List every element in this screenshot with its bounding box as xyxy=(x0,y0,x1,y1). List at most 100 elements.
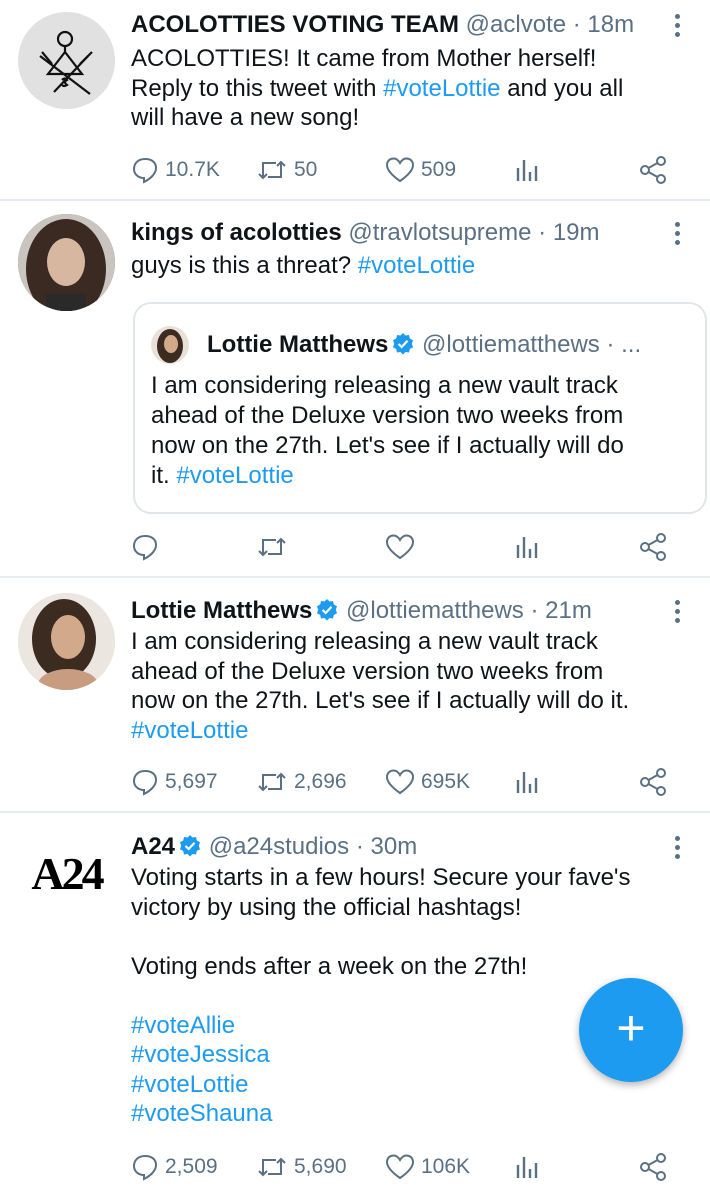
heart-icon xyxy=(385,534,415,560)
reply-button[interactable]: 2,509 xyxy=(131,1149,218,1185)
share-button[interactable] xyxy=(638,1149,668,1185)
retweet-count: 5,690 xyxy=(294,1155,347,1178)
quoted-text-span: it. xyxy=(151,462,177,489)
analytics-button[interactable] xyxy=(514,764,540,800)
author-name[interactable]: A24 xyxy=(131,833,175,860)
like-button[interactable]: 509 xyxy=(385,152,456,188)
separator-dot: · xyxy=(572,11,581,38)
retweet-button[interactable] xyxy=(256,529,288,565)
hashtag-link[interactable]: #voteLottie xyxy=(358,252,475,279)
tweet-aclvote[interactable]: ACOLOTTIES VOTING TEAM @aclvote · 18m AC… xyxy=(0,0,710,201)
avatar-lottie-matthews[interactable] xyxy=(18,593,115,690)
reply-button[interactable] xyxy=(131,529,159,565)
more-options-icon[interactable] xyxy=(672,836,682,866)
author-name[interactable]: ACOLOTTIES VOTING TEAM xyxy=(131,11,459,38)
tweet-line: will have a new song! xyxy=(131,104,360,131)
retweet-button[interactable]: 2,696 xyxy=(256,764,347,800)
hashtag-link[interactable]: #voteLottie xyxy=(176,462,293,489)
avatar-acolotties[interactable] xyxy=(18,12,115,109)
verified-badge-icon xyxy=(317,599,338,621)
hashtag-link[interactable]: #voteShauna xyxy=(131,1099,680,1129)
author-handle[interactable]: @a24studios xyxy=(209,833,349,860)
quoted-line: I am considering releasing a new vault t… xyxy=(151,372,618,399)
compose-plus-icon: + xyxy=(616,1000,646,1056)
tweet-line: Voting starts in a few hours! Secure you… xyxy=(131,864,631,891)
reply-icon xyxy=(132,1154,158,1181)
share-button[interactable] xyxy=(638,529,668,565)
separator-dot: · xyxy=(538,219,547,246)
author-handle[interactable]: @travlotsupreme xyxy=(348,219,531,246)
like-count: 509 xyxy=(421,158,457,181)
retweet-button[interactable]: 5,690 xyxy=(256,1149,347,1185)
quoted-text: I am considering releasing a new vault t… xyxy=(151,371,691,491)
share-icon xyxy=(640,156,666,184)
heart-icon xyxy=(385,1154,415,1180)
reply-button[interactable]: 10.7K xyxy=(131,152,220,188)
timestamp[interactable]: 30m xyxy=(371,833,418,860)
retweet-count: 50 xyxy=(294,158,318,181)
tweet-travlotsupreme[interactable]: kings of acolotties @travlotsupreme · 19… xyxy=(0,201,710,578)
tweet-line: I am considering releasing a new vault t… xyxy=(131,628,598,655)
tweet-line: Voting ends after a week on the 27th! xyxy=(131,952,528,980)
action-bar: 5,697 2,696 695K xyxy=(131,764,680,800)
timestamp[interactable]: 19m xyxy=(553,219,600,246)
hashtag-link[interactable]: #voteLottie xyxy=(383,75,500,102)
author-name[interactable]: Lottie Matthews xyxy=(131,597,312,624)
analytics-button[interactable] xyxy=(514,1149,540,1185)
tweet-line[interactable]: #voteLottie xyxy=(131,716,680,746)
analytics-button[interactable] xyxy=(514,152,540,188)
like-count: 695K xyxy=(421,770,471,793)
tweet-line: now on the 27th. Let's see if I actually… xyxy=(131,687,630,714)
timestamp[interactable]: 21m xyxy=(545,597,592,624)
triangle-sigil-icon xyxy=(39,30,93,95)
analytics-icon xyxy=(516,537,538,558)
avatar-a24[interactable]: A24 xyxy=(18,825,115,922)
author-name[interactable]: kings of acolotties xyxy=(131,219,342,246)
tweet-line: ACOLOTTIES! It came from Mother herself! xyxy=(131,45,597,72)
tweet-lottiematthews[interactable]: Lottie Matthews @lottiematthews · 21m I … xyxy=(0,578,710,813)
hashtag-link[interactable]: #voteLottie xyxy=(131,1070,680,1100)
tweet-text-span: Reply to this tweet with xyxy=(131,74,384,102)
share-button[interactable] xyxy=(638,152,668,188)
like-count: 106K xyxy=(421,1155,471,1178)
more-options-icon[interactable] xyxy=(672,222,682,252)
tweet-line: guys is this a threat? #voteLottie xyxy=(131,251,680,281)
reply-icon xyxy=(132,157,158,184)
tweet-text: guys is this a threat? #voteLottie xyxy=(131,251,680,281)
retweet-button[interactable]: 50 xyxy=(256,152,317,188)
action-bar: 10.7K 50 509 xyxy=(131,152,680,188)
more-options-icon[interactable] xyxy=(672,600,682,630)
like-button[interactable] xyxy=(385,529,415,565)
reply-button[interactable]: 5,697 xyxy=(131,764,218,800)
quoted-line: now on the 27th. Let's see if I actually… xyxy=(151,432,624,459)
share-icon xyxy=(640,1153,666,1181)
analytics-button[interactable] xyxy=(514,529,540,565)
retweet-icon xyxy=(258,537,286,557)
retweet-icon xyxy=(258,160,286,180)
tweet-line xyxy=(131,922,680,952)
separator-dot: · xyxy=(355,833,364,860)
tweet-header: A24 @a24studios · 30m xyxy=(131,830,660,864)
quoted-line: it. #voteLottie xyxy=(151,461,691,491)
quoted-tweet[interactable]: Lottie Matthews @lottiematthews · ... I … xyxy=(133,302,707,514)
analytics-icon xyxy=(516,772,538,793)
quoted-header: Lottie Matthews @lottiematthews · ... xyxy=(207,327,695,363)
compose-tweet-button[interactable]: + xyxy=(579,978,683,1082)
heart-icon xyxy=(385,769,415,795)
avatar-kings-of-acolotties[interactable] xyxy=(18,214,115,311)
author-handle[interactable]: @lottiematthews xyxy=(346,597,524,624)
tweet-header: ACOLOTTIES VOTING TEAM @aclvote · 18m xyxy=(131,8,660,42)
action-bar xyxy=(131,529,680,565)
like-button[interactable]: 106K xyxy=(385,1149,470,1185)
more-options-icon[interactable] xyxy=(672,14,682,44)
quoted-suffix: · ... xyxy=(606,331,642,358)
analytics-icon xyxy=(516,160,538,181)
share-button[interactable] xyxy=(638,764,668,800)
author-handle[interactable]: @aclvote xyxy=(466,11,566,38)
timestamp[interactable]: 18m xyxy=(587,11,634,38)
tweet-header: kings of acolotties @travlotsupreme · 19… xyxy=(131,216,660,250)
like-button[interactable]: 695K xyxy=(385,764,470,800)
tweet-header: Lottie Matthews @lottiematthews · 21m xyxy=(131,594,660,628)
reply-count: 10.7K xyxy=(165,158,220,181)
share-icon xyxy=(640,768,666,796)
